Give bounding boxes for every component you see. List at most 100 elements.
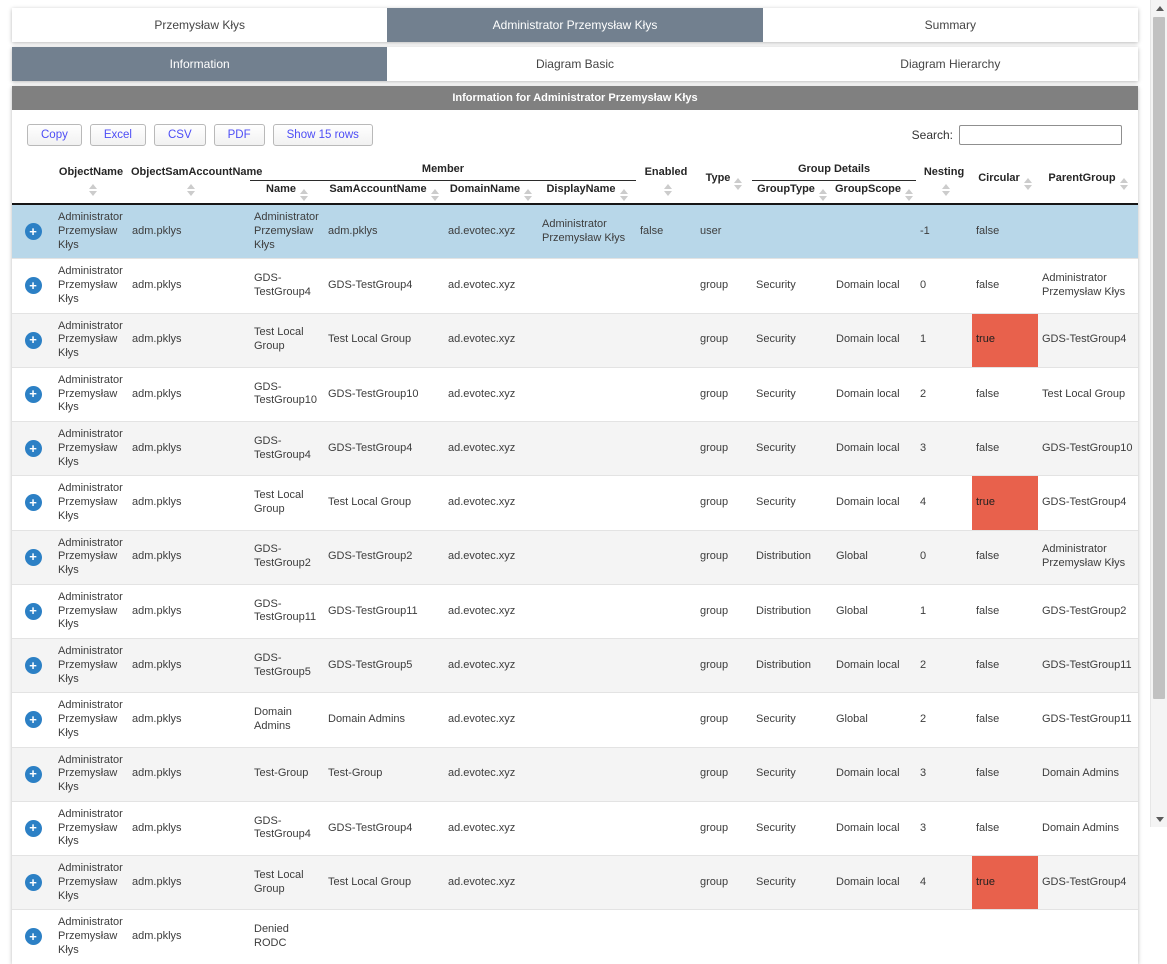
excel-button[interactable]: Excel bbox=[90, 124, 146, 146]
column-header-nesting[interactable]: Nesting bbox=[916, 158, 972, 204]
expand-row-icon[interactable] bbox=[25, 874, 42, 891]
expand-row-icon[interactable] bbox=[25, 223, 42, 240]
cell-domainname bbox=[444, 910, 538, 964]
expand-row-icon[interactable] bbox=[25, 766, 42, 783]
cell-expand bbox=[12, 204, 54, 259]
table-row[interactable]: Administrator Przemysław Kłys adm.pklys … bbox=[12, 313, 1138, 367]
cell-objectsamaccountname: adm.pklys bbox=[128, 422, 250, 476]
csv-button[interactable]: CSV bbox=[154, 124, 206, 146]
cell-objectname: Administrator Przemysław Kłys bbox=[54, 584, 128, 638]
expand-row-icon[interactable] bbox=[25, 657, 42, 674]
column-header-name[interactable]: Name bbox=[250, 181, 324, 205]
table-row[interactable]: Administrator Przemysław Kłys adm.pklys … bbox=[12, 476, 1138, 530]
cell-samaccountname: Domain Admins bbox=[324, 693, 444, 747]
cell-objectname: Administrator Przemysław Kłys bbox=[54, 476, 128, 530]
cell-expand bbox=[12, 530, 54, 584]
expand-row-icon[interactable] bbox=[25, 386, 42, 403]
cell-displayname bbox=[538, 856, 636, 910]
column-header-domainname[interactable]: DomainName bbox=[444, 181, 538, 205]
cell-groupscope: Domain local bbox=[832, 856, 916, 910]
cell-groupscope: Global bbox=[832, 693, 916, 747]
expand-row-icon[interactable] bbox=[25, 332, 42, 349]
cell-objectsamaccountname: adm.pklys bbox=[128, 639, 250, 693]
search-input[interactable] bbox=[959, 125, 1122, 145]
cell-objectname: Administrator Przemysław Kłys bbox=[54, 693, 128, 747]
tab-przemyslaw-klys[interactable]: Przemysław Kłys bbox=[12, 8, 387, 42]
cell-circular: false bbox=[972, 747, 1038, 801]
cell-displayname bbox=[538, 259, 636, 313]
sort-arrows-icon bbox=[620, 189, 628, 201]
tab-summary[interactable]: Summary bbox=[763, 8, 1138, 42]
cell-nesting: 2 bbox=[916, 693, 972, 747]
cell-grouptype: Distribution bbox=[752, 639, 832, 693]
cell-type: group bbox=[696, 801, 752, 855]
cell-objectname: Administrator Przemysław Kłys bbox=[54, 801, 128, 855]
table-row[interactable]: Administrator Przemysław Kłys adm.pklys … bbox=[12, 747, 1138, 801]
expand-row-icon[interactable] bbox=[25, 549, 42, 566]
scroll-down-button[interactable] bbox=[1151, 811, 1167, 827]
table-row[interactable]: Administrator Przemysław Kłys adm.pklys … bbox=[12, 259, 1138, 313]
search-area: Search: bbox=[912, 125, 1122, 145]
column-header-samaccountname[interactable]: SamAccountName bbox=[324, 181, 444, 205]
expand-row-icon[interactable] bbox=[25, 711, 42, 728]
table-row[interactable]: Administrator Przemysław Kłys adm.pklys … bbox=[12, 367, 1138, 421]
cell-displayname bbox=[538, 530, 636, 584]
pdf-button[interactable]: PDF bbox=[214, 124, 265, 146]
table-row[interactable]: Administrator Przemysław Kłys adm.pklys … bbox=[12, 204, 1138, 259]
table-row[interactable]: Administrator Przemysław Kłys adm.pklys … bbox=[12, 584, 1138, 638]
tab-diagram-hierarchy[interactable]: Diagram Hierarchy bbox=[763, 47, 1138, 81]
cell-objectsamaccountname: adm.pklys bbox=[128, 747, 250, 801]
table-row[interactable]: Administrator Przemysław Kłys adm.pklys … bbox=[12, 910, 1138, 964]
copy-button[interactable]: Copy bbox=[27, 124, 82, 146]
cell-samaccountname: GDS-TestGroup11 bbox=[324, 584, 444, 638]
column-header-displayname[interactable]: DisplayName bbox=[538, 181, 636, 205]
cell-name: GDS-TestGroup4 bbox=[250, 259, 324, 313]
scrollbar-thumb[interactable] bbox=[1153, 17, 1165, 699]
cell-name: GDS-TestGroup11 bbox=[250, 584, 324, 638]
primary-tabstrip: Przemysław Kłys Administrator Przemysław… bbox=[12, 8, 1138, 42]
column-header-grouptype[interactable]: GroupType bbox=[752, 181, 832, 205]
cell-circular: false bbox=[972, 693, 1038, 747]
cell-name: GDS-TestGroup5 bbox=[250, 639, 324, 693]
cell-samaccountname: GDS-TestGroup4 bbox=[324, 422, 444, 476]
tab-administrator-przemyslaw-klys[interactable]: Administrator Przemysław Kłys bbox=[387, 8, 762, 42]
vertical-scrollbar[interactable] bbox=[1150, 0, 1167, 827]
table-row[interactable]: Administrator Przemysław Kłys adm.pklys … bbox=[12, 693, 1138, 747]
cell-samaccountname: GDS-TestGroup2 bbox=[324, 530, 444, 584]
sort-arrows-icon bbox=[1024, 178, 1032, 190]
cell-samaccountname: adm.pklys bbox=[324, 204, 444, 259]
cell-objectname: Administrator Przemysław Kłys bbox=[54, 367, 128, 421]
show-rows-button[interactable]: Show 15 rows bbox=[273, 124, 373, 146]
column-header-circular[interactable]: Circular bbox=[972, 158, 1038, 204]
cell-expand bbox=[12, 910, 54, 964]
column-header-parentgroup[interactable]: ParentGroup bbox=[1038, 158, 1138, 204]
cell-parentgroup: Administrator Przemysław Kłys bbox=[1038, 259, 1138, 313]
cell-enabled bbox=[636, 693, 696, 747]
tab-information[interactable]: Information bbox=[12, 47, 387, 81]
table-row[interactable]: Administrator Przemysław Kłys adm.pklys … bbox=[12, 422, 1138, 476]
column-header-objectsamaccountname[interactable]: ObjectSamAccountName bbox=[128, 158, 250, 204]
expand-row-icon[interactable] bbox=[25, 494, 42, 511]
column-header-enabled[interactable]: Enabled bbox=[636, 158, 696, 204]
column-header-objectname[interactable]: ObjectName bbox=[54, 158, 128, 204]
cell-type: group bbox=[696, 422, 752, 476]
tab-diagram-basic[interactable]: Diagram Basic bbox=[387, 47, 762, 81]
column-header-type[interactable]: Type bbox=[696, 158, 752, 204]
sort-arrows-icon bbox=[942, 184, 950, 196]
table-row[interactable]: Administrator Przemysław Kłys adm.pklys … bbox=[12, 801, 1138, 855]
table-row[interactable]: Administrator Przemysław Kłys adm.pklys … bbox=[12, 530, 1138, 584]
expand-row-icon[interactable] bbox=[25, 928, 42, 945]
expand-row-icon[interactable] bbox=[25, 440, 42, 457]
expand-row-icon[interactable] bbox=[25, 603, 42, 620]
table-row[interactable]: Administrator Przemysław Kłys adm.pklys … bbox=[12, 639, 1138, 693]
expand-row-icon[interactable] bbox=[25, 277, 42, 294]
sort-arrows-icon bbox=[89, 184, 97, 196]
cell-objectsamaccountname: adm.pklys bbox=[128, 476, 250, 530]
column-header-groupscope[interactable]: GroupScope bbox=[832, 181, 916, 205]
table-row[interactable]: Administrator Przemysław Kłys adm.pklys … bbox=[12, 856, 1138, 910]
cell-enabled bbox=[636, 639, 696, 693]
scroll-up-button[interactable] bbox=[1151, 0, 1167, 16]
cell-grouptype bbox=[752, 204, 832, 259]
expand-row-icon[interactable] bbox=[25, 820, 42, 837]
cell-objectsamaccountname: adm.pklys bbox=[128, 204, 250, 259]
